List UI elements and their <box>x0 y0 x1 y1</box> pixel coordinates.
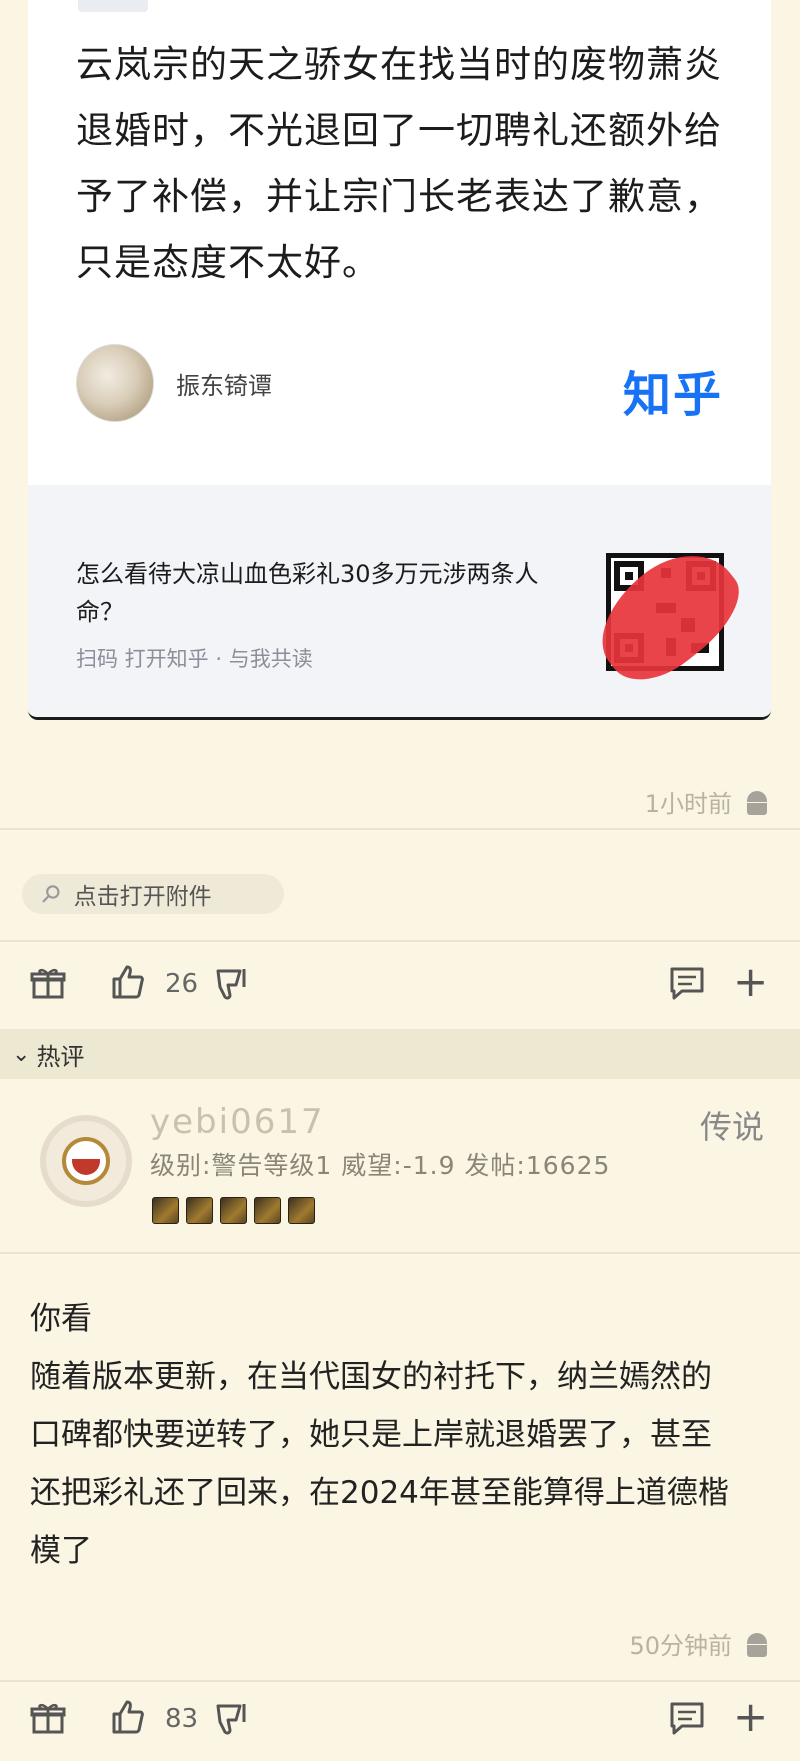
comment-action-bar: 83 + <box>0 1690 800 1750</box>
comment-line: 你看 <box>30 1301 92 1337</box>
badge <box>220 1197 247 1224</box>
commenter-avatar[interactable] <box>40 1115 132 1207</box>
badge <box>152 1197 179 1224</box>
card-top-tab <box>78 0 148 12</box>
android-icon <box>744 1631 770 1657</box>
comment-line: 口碑都快要逆转了，她只是上岸就退婚罢了，甚至 <box>30 1417 712 1453</box>
comment-time: 50分钟前 <box>629 1632 732 1660</box>
scan-hint: 扫码 打开知乎 · 与我共读 <box>76 647 313 671</box>
android-icon <box>744 789 770 815</box>
comment-line: 还把彩礼还了回来，在2024年甚至能算得上道德楷 <box>30 1475 729 1511</box>
question-text: 怎么看待大凉山血色彩礼30多万元涉两条人命？ <box>76 560 539 626</box>
share-card-footer: 怎么看待大凉山血色彩礼30多万元涉两条人命？ 扫码 打开知乎 · 与我共读 <box>28 485 771 717</box>
gift-icon[interactable] <box>30 1700 66 1736</box>
qr-code <box>579 531 757 700</box>
zhihu-share-card[interactable]: 云岚宗的天之骄女在找当时的废物萧炎退婚时，不光退回了一切聘礼还额外给予了补偿，并… <box>28 0 771 720</box>
badge <box>288 1197 315 1224</box>
comment-body: 你看 随着版本更新，在当代国女的衬托下，纳兰嫣然的 口碑都快要逆转了，她只是上岸… <box>30 1290 775 1580</box>
badge <box>254 1197 281 1224</box>
open-attachment-button[interactable]: ⚲ 点击打开附件 <box>22 874 284 914</box>
thumbs-down-icon[interactable] <box>214 1700 252 1738</box>
comment-time-row: 50分钟前 <box>629 1626 770 1661</box>
thumbs-up-icon[interactable] <box>108 963 146 1001</box>
author-avatar <box>76 344 154 422</box>
zhihu-logo: 知乎 <box>622 367 723 423</box>
avatar-emblem <box>62 1137 110 1185</box>
thumbs-up-icon[interactable] <box>108 1698 146 1736</box>
share-card-text: 云岚宗的天之骄女在找当时的废物萧炎退婚时，不光退回了一切聘礼还额外给予了补偿，并… <box>76 43 722 284</box>
divider <box>0 828 800 830</box>
divider <box>0 940 800 942</box>
comment-icon[interactable] <box>668 965 706 1001</box>
gift-icon[interactable] <box>30 965 66 1001</box>
like-count: 83 <box>165 1704 199 1734</box>
commenter-rank: 传说 <box>699 1108 764 1146</box>
plus-icon[interactable]: + <box>733 1696 768 1738</box>
divider <box>0 1252 800 1254</box>
like-count: 26 <box>165 969 199 999</box>
commenter-username[interactable]: yebi0617 <box>150 1102 325 1142</box>
commenter-stats: 级别:警告等级1 威望:-1.9 发帖:16625 <box>150 1151 611 1180</box>
divider <box>0 1680 800 1682</box>
comment-icon[interactable] <box>668 1700 706 1736</box>
badge-row <box>152 1197 315 1224</box>
thumbs-down-icon[interactable] <box>214 965 252 1003</box>
comment-line: 随着版本更新，在当代国女的衬托下，纳兰嫣然的 <box>30 1359 712 1395</box>
post-action-bar: 26 + <box>0 955 800 1015</box>
chevron-down-icon: ⌄ <box>12 1041 31 1067</box>
badge <box>186 1197 213 1224</box>
post-time-row: 1小时前 <box>645 784 770 819</box>
share-author: 振东锜谭 <box>76 344 272 422</box>
plus-icon[interactable]: + <box>733 961 768 1003</box>
author-name: 振东锜谭 <box>176 371 272 400</box>
hot-comments-header[interactable]: ⌄ 热评 <box>0 1029 800 1079</box>
comment-line: 模了 <box>30 1533 92 1569</box>
paperclip-icon: ⚲ <box>34 877 67 911</box>
hot-comments-label: 热评 <box>36 1042 85 1071</box>
post-time: 1小时前 <box>644 790 732 818</box>
attachment-label: 点击打开附件 <box>73 884 212 910</box>
redaction-scribble <box>579 531 757 700</box>
